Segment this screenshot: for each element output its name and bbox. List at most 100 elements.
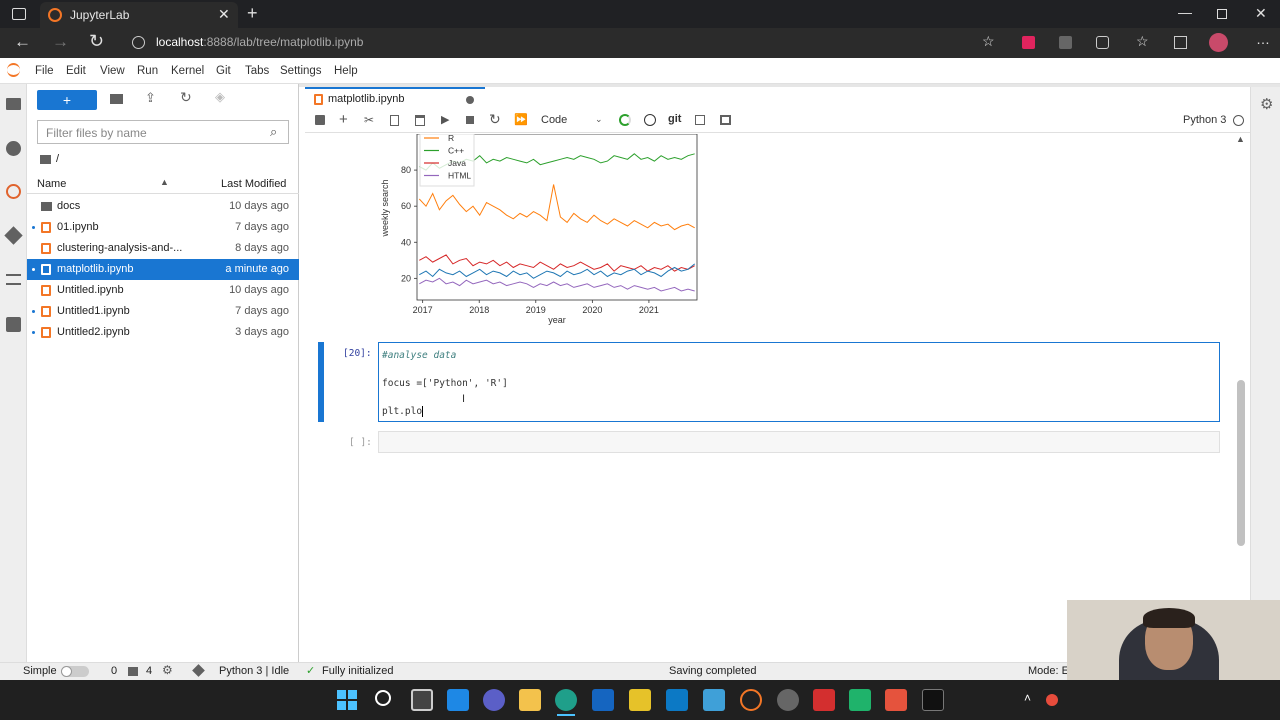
copy-icon[interactable] bbox=[390, 115, 399, 126]
chevron-up-icon[interactable]: ˄ bbox=[1024, 691, 1031, 705]
column-name-header[interactable]: Name bbox=[37, 178, 66, 190]
notes-app-icon[interactable] bbox=[629, 689, 651, 711]
browser-tab[interactable]: JupyterLab ✕ bbox=[40, 2, 238, 28]
new-tab-icon[interactable]: + bbox=[247, 3, 258, 24]
grid-icon[interactable] bbox=[720, 115, 731, 125]
clock-icon[interactable] bbox=[644, 114, 656, 126]
notebook-tab[interactable]: matplotlib.ipynb bbox=[305, 87, 485, 109]
collections-icon[interactable] bbox=[1174, 36, 1187, 49]
file-explorer-icon[interactable] bbox=[519, 689, 541, 711]
menu-view[interactable]: View bbox=[100, 65, 125, 77]
cut-icon[interactable]: ✂ bbox=[364, 113, 374, 127]
edge-browser-icon[interactable] bbox=[555, 689, 577, 711]
chat-icon[interactable] bbox=[483, 689, 505, 711]
favorites-icon[interactable]: ☆ bbox=[1136, 33, 1149, 50]
refresh-icon[interactable]: ↻ bbox=[180, 89, 192, 106]
close-window-icon[interactable]: ✕ bbox=[1255, 5, 1267, 22]
menu-file[interactable]: File bbox=[35, 65, 54, 77]
maximize-icon[interactable] bbox=[1217, 9, 1227, 19]
vscode-icon[interactable] bbox=[666, 689, 688, 711]
back-icon[interactable]: ← bbox=[14, 32, 31, 52]
terminal-app-icon[interactable] bbox=[922, 689, 944, 711]
git-diff-button[interactable]: git bbox=[668, 113, 681, 125]
code-line-comment: #analyse data bbox=[382, 350, 457, 361]
kernel-status[interactable]: Python 3 | Idle bbox=[219, 665, 289, 677]
extensions-puzzle-icon[interactable] bbox=[1096, 36, 1109, 49]
new-folder-icon[interactable] bbox=[110, 94, 123, 104]
upload-icon[interactable]: ⇪ bbox=[145, 90, 156, 106]
pdf-reader-icon[interactable] bbox=[813, 689, 835, 711]
menu-edit[interactable]: Edit bbox=[66, 65, 86, 77]
widgets-icon[interactable] bbox=[447, 689, 469, 711]
toc-icon[interactable] bbox=[6, 274, 21, 285]
file-row[interactable]: Untitled.ipynb 10 days ago bbox=[27, 280, 299, 301]
app-icon[interactable] bbox=[885, 689, 907, 711]
git-icon[interactable] bbox=[192, 664, 205, 677]
editor-mode[interactable]: Mode: E bbox=[1028, 665, 1069, 677]
scroll-thumb[interactable] bbox=[1237, 380, 1245, 546]
git-clone-icon[interactable]: ◈ bbox=[215, 89, 225, 105]
paste-icon[interactable] bbox=[415, 115, 425, 126]
unsaved-dot-icon[interactable] bbox=[466, 96, 474, 104]
store-icon[interactable] bbox=[592, 689, 614, 711]
git-icon[interactable] bbox=[4, 226, 23, 245]
file-row-selected[interactable]: matplotlib.ipynb a minute ago bbox=[27, 259, 299, 280]
scroll-up-icon[interactable]: ▲ bbox=[1236, 134, 1245, 144]
kernel-count[interactable]: 4 bbox=[146, 665, 152, 677]
profile-avatar[interactable] bbox=[1209, 33, 1228, 52]
insert-cell-icon[interactable]: + bbox=[339, 111, 348, 128]
search-icon[interactable] bbox=[375, 690, 391, 706]
more-options-icon[interactable]: … bbox=[1256, 31, 1270, 47]
run-cell-icon[interactable]: ▶ bbox=[441, 113, 449, 126]
file-row[interactable]: Untitled1.ipynb 7 days ago bbox=[27, 301, 299, 322]
new-launcher-button[interactable]: + bbox=[37, 90, 97, 110]
pocket-extension-icon[interactable] bbox=[1022, 36, 1035, 49]
running-icon[interactable] bbox=[6, 141, 21, 156]
task-view-icon[interactable] bbox=[411, 689, 433, 711]
file-row[interactable]: Untitled2.ipynb 3 days ago bbox=[27, 322, 299, 343]
save-icon[interactable] bbox=[315, 115, 325, 125]
menu-help[interactable]: Help bbox=[334, 65, 358, 77]
file-row[interactable]: docs 10 days ago bbox=[27, 196, 299, 217]
settings-icon[interactable] bbox=[777, 689, 799, 711]
kernel-name[interactable]: Python 3 bbox=[1183, 114, 1226, 126]
tray-app-icon[interactable] bbox=[1046, 694, 1058, 706]
empty-code-cell[interactable] bbox=[378, 431, 1220, 453]
photos-icon[interactable] bbox=[703, 689, 725, 711]
tab-actions-icon[interactable] bbox=[12, 8, 26, 20]
restart-kernel-icon[interactable]: ↻ bbox=[489, 111, 501, 128]
open-external-icon[interactable] bbox=[695, 115, 705, 125]
minimize-icon[interactable]: — bbox=[1178, 4, 1192, 20]
interrupt-icon[interactable] bbox=[466, 116, 474, 124]
forward-icon[interactable]: → bbox=[52, 32, 69, 52]
menu-tabs[interactable]: Tabs bbox=[245, 65, 269, 77]
close-tab-icon[interactable]: ✕ bbox=[218, 6, 230, 23]
code-cell-editor[interactable]: #analyse data focus =['Python', 'R'] plt… bbox=[378, 342, 1220, 422]
menu-kernel[interactable]: Kernel bbox=[171, 65, 204, 77]
breadcrumb[interactable]: / bbox=[56, 153, 59, 165]
simple-mode-toggle[interactable] bbox=[61, 666, 89, 677]
jupyter-app-icon[interactable] bbox=[740, 689, 762, 711]
folder-icon[interactable] bbox=[6, 98, 21, 110]
terminal-count[interactable]: 0 bbox=[111, 665, 117, 677]
restart-run-all-icon[interactable]: ⏩ bbox=[514, 113, 528, 126]
cell-type-select[interactable]: Code ⌄ bbox=[537, 112, 605, 129]
favorite-star-icon[interactable]: ☆ bbox=[982, 33, 995, 50]
pycharm-icon[interactable] bbox=[849, 689, 871, 711]
menu-settings[interactable]: Settings bbox=[280, 65, 322, 77]
url-field[interactable]: localhost:8888/lab/tree/matplotlib.ipynb bbox=[156, 35, 363, 49]
file-row[interactable]: 01.ipynb 7 days ago bbox=[27, 217, 299, 238]
windows-start-icon[interactable] bbox=[337, 690, 357, 710]
notebook-scrollbar[interactable]: ▲ bbox=[1234, 134, 1248, 574]
extension-icon[interactable] bbox=[1059, 36, 1072, 49]
site-info-icon[interactable] bbox=[132, 36, 145, 49]
menu-run[interactable]: Run bbox=[137, 65, 158, 77]
file-row[interactable]: clustering-analysis-and-... 8 days ago bbox=[27, 238, 299, 259]
menu-git[interactable]: Git bbox=[216, 65, 231, 77]
commands-icon[interactable] bbox=[6, 184, 21, 199]
extension-manager-icon[interactable] bbox=[6, 317, 21, 332]
reload-icon[interactable]: ↻ bbox=[89, 31, 104, 52]
property-inspector-icon[interactable]: ⚙ bbox=[1260, 95, 1273, 113]
column-modified-header[interactable]: Last Modified bbox=[221, 178, 286, 190]
filter-files-input[interactable]: Filter files by name ⌕ bbox=[37, 120, 289, 144]
